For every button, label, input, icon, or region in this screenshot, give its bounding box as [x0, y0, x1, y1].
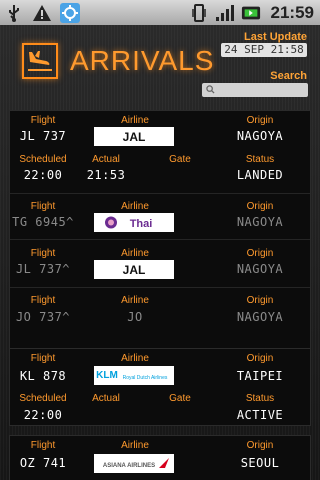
flight-group: Flight Airline Origin OZ 741 ASIANA AIRL… [9, 435, 311, 480]
gate-label: Gate [169, 393, 191, 404]
actual-label: Actual [92, 393, 120, 404]
airline-label: Airline [121, 201, 149, 212]
origin-label: Origin [246, 440, 274, 451]
search-icon [206, 81, 215, 99]
origin-label: Origin [246, 115, 274, 126]
origin-label: Origin [246, 248, 274, 259]
flight-group: Flight Airline Origin KL 878 KLM Royal Du… [9, 348, 311, 426]
origin-label: Origin [246, 353, 274, 364]
jal-logo-text: JAL [123, 130, 146, 143]
gate-label: Gate [169, 154, 191, 165]
thai-logo-text: Thai [130, 218, 153, 230]
actual-label: Actual [92, 154, 120, 165]
vibrate-icon [189, 3, 209, 23]
origin-value: NAGOYA [236, 310, 284, 324]
scheduled-label: Scheduled [19, 154, 67, 165]
row-divider [10, 193, 310, 194]
origin-value: NAGOYA [236, 129, 284, 143]
scheduled-value: 22:00 [23, 168, 63, 182]
status-bar: 21:59 [0, 0, 320, 25]
status-label: Status [245, 154, 275, 165]
klm-logo-subtitle: Royal Dutch Airlines [123, 375, 168, 381]
origin-value: SEOUL [240, 456, 280, 470]
actual-value: 21:53 [86, 168, 126, 182]
last-update-value: 24 SEP 21:58 [221, 43, 307, 57]
flight-label: Flight [30, 440, 56, 451]
search-input[interactable] [219, 84, 299, 96]
warning-icon [32, 3, 52, 23]
signal-icon [215, 3, 235, 23]
jal-logo-text: JAL [123, 263, 146, 276]
flight-number: JO 737^ [15, 310, 71, 324]
asiana-logo-text: ASIANA AIRLINES [103, 463, 155, 469]
last-update-label: Last Update [244, 31, 307, 43]
flight-number: JL 737^ [15, 262, 71, 276]
airline-text: JO [127, 310, 143, 324]
status-label: Status [245, 393, 275, 404]
jal-logo: JAL [94, 260, 174, 279]
sync-icon [60, 2, 80, 23]
usb-icon [4, 3, 24, 23]
battery-icon [241, 3, 261, 23]
origin-label: Origin [246, 201, 274, 212]
clock: 21:59 [270, 2, 314, 22]
airline-label: Airline [121, 248, 149, 259]
jal-logo: JAL [94, 127, 174, 146]
asiana-logo: ASIANA AIRLINES [94, 454, 174, 473]
app-content: ARRIVALS Last Update 24 SEP 21:58 Search… [0, 25, 320, 480]
thai-logo: Thai [94, 213, 174, 232]
airline-label: Airline [121, 115, 149, 126]
airline-label: Airline [121, 353, 149, 364]
origin-value: NAGOYA [236, 215, 284, 229]
origin-value: NAGOYA [236, 262, 284, 276]
flight-label: Flight [30, 115, 56, 126]
flight-label: Flight [30, 201, 56, 212]
flight-label: Flight [30, 295, 56, 306]
klm-logo-text: KLM [96, 370, 118, 381]
search-field[interactable] [202, 83, 308, 97]
arrivals-plane-icon [22, 43, 58, 79]
flight-number: TG 6945^ [12, 215, 74, 229]
flight-group: Flight Airline Origin JL 737 JAL NAGOYA … [9, 110, 311, 360]
status-value: LANDED [236, 168, 284, 182]
origin-value: TAIPEI [236, 369, 284, 383]
row-divider [10, 239, 310, 240]
flight-label: Flight [30, 353, 56, 364]
header: ARRIVALS Last Update 24 SEP 21:58 Search [0, 25, 320, 107]
page-title: ARRIVALS [70, 45, 215, 76]
origin-label: Origin [246, 295, 274, 306]
flight-number: JL 737 [19, 129, 67, 143]
row-divider [10, 287, 310, 288]
airline-label: Airline [121, 440, 149, 451]
airline-label: Airline [121, 295, 149, 306]
klm-logo: KLM Royal Dutch Airlines [94, 366, 174, 385]
status-value: ACTIVE [236, 408, 284, 422]
scheduled-label: Scheduled [19, 393, 67, 404]
scheduled-value: 22:00 [23, 408, 63, 422]
flight-number: KL 878 [19, 369, 67, 383]
flight-label: Flight [30, 248, 56, 259]
flight-number: OZ 741 [19, 456, 67, 470]
search-label: Search [270, 70, 307, 82]
